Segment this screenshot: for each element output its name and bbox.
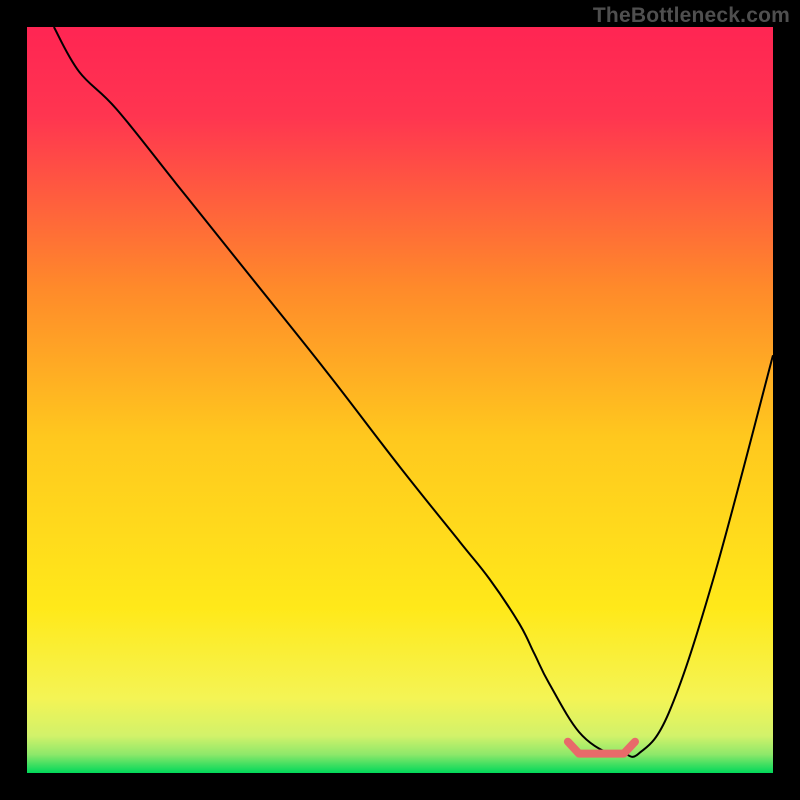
watermark-text: TheBottleneck.com (593, 4, 790, 28)
bottleneck-chart (0, 0, 800, 800)
chart-container: TheBottleneck.com (0, 0, 800, 800)
plot-background (27, 27, 773, 773)
